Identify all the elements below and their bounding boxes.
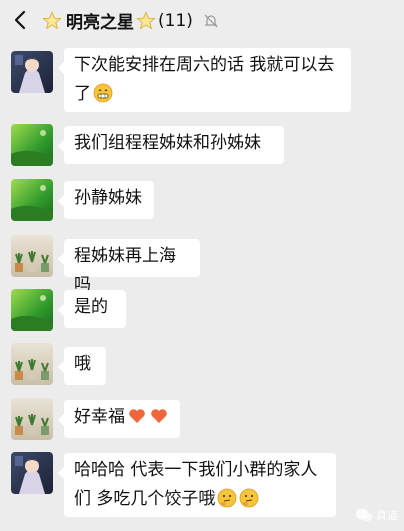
message-text: 程姊妹再上海吗 <box>74 246 176 295</box>
message-text: 好幸福 <box>74 407 125 427</box>
message-bubble[interactable]: 我们组程程姊妹和孙姊妹 <box>58 126 284 164</box>
message-bubble[interactable]: 哈哈哈 代表一下我们小群的家人 们 多吃几个饺子哦 <box>58 453 336 517</box>
avatar[interactable] <box>11 51 53 93</box>
avatar[interactable] <box>11 289 53 331</box>
message-text: 哈哈哈 代表一下我们小群的家人 <box>74 460 318 480</box>
avatar[interactable] <box>11 124 53 166</box>
mute-bell-icon <box>204 14 218 27</box>
watermark-text: 真道 <box>376 509 398 522</box>
wechat-icon <box>355 508 373 522</box>
chat-title[interactable]: 明亮之星 (11) <box>42 8 219 33</box>
avatar[interactable] <box>11 343 53 385</box>
message-bubble[interactable]: 哦 <box>58 347 106 385</box>
avatar[interactable] <box>11 398 53 440</box>
member-count: (11) <box>158 10 193 31</box>
star-icon <box>136 10 156 30</box>
message-text: 了 <box>74 84 91 104</box>
message-text: 哦 <box>74 354 91 374</box>
message-bubble[interactable]: 是的 <box>58 290 126 328</box>
thinking-emoji-icon <box>240 488 259 508</box>
avatar[interactable] <box>11 235 53 277</box>
chat-header: 明亮之星 (11) <box>0 0 404 40</box>
message-bubble[interactable]: 下次能安排在周六的话 我就可以去 了 <box>58 48 351 112</box>
back-arrow-icon[interactable] <box>10 9 32 31</box>
group-name: 明亮之星 <box>66 13 134 33</box>
message-text: 下次能安排在周六的话 我就可以去 <box>74 55 335 75</box>
grin-emoji-icon <box>93 83 113 103</box>
thinking-emoji-icon <box>218 488 237 508</box>
message-text: 是的 <box>74 297 108 317</box>
heart-emoji-icon <box>151 409 167 423</box>
message-bubble[interactable]: 程姊妹再上海吗 <box>58 239 200 295</box>
avatar[interactable] <box>11 179 53 221</box>
message-text: 我们组程程姊妹和孙姊妹 <box>74 133 261 153</box>
message-bubble[interactable]: 孙静姊妹 <box>58 181 154 219</box>
message-bubble[interactable]: 好幸福 <box>58 400 180 438</box>
message-text: 孙静姊妹 <box>74 188 142 208</box>
star-icon <box>42 10 62 30</box>
message-text: 们 多吃几个饺子哦 <box>74 489 216 509</box>
watermark: 真道 <box>355 507 398 523</box>
avatar[interactable] <box>11 452 53 494</box>
heart-emoji-icon <box>129 409 145 423</box>
